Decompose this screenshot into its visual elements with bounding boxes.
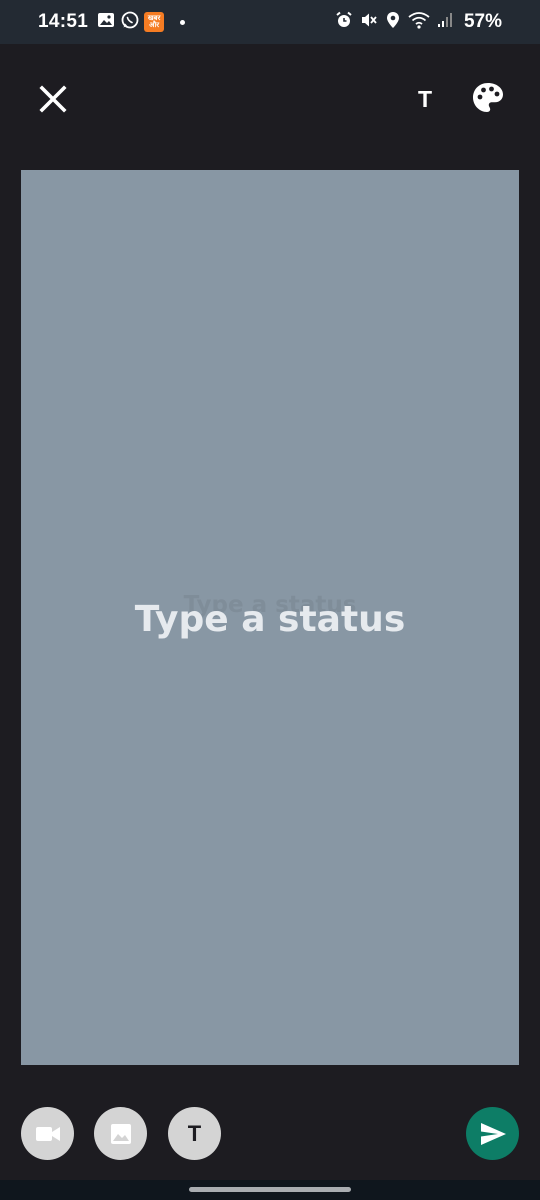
status-text-input[interactable] <box>21 591 519 647</box>
palette-icon <box>473 83 503 112</box>
editor-toolbar: T <box>0 44 540 154</box>
send-button[interactable] <box>466 1107 519 1160</box>
send-icon <box>480 1122 506 1145</box>
gallery-icon <box>110 1123 131 1144</box>
navigation-bar <box>0 1180 540 1200</box>
bottom-controls: T <box>0 1065 540 1180</box>
location-icon <box>385 11 401 34</box>
news-app-notification-icon: खबर और <box>144 12 165 32</box>
mute-icon <box>360 11 378 34</box>
battery-percent: 57% <box>463 11 502 32</box>
status-bar: 14:51 खबर और 57% <box>0 0 540 44</box>
background-color-button[interactable] <box>470 80 506 116</box>
text-status-button[interactable]: T <box>168 1107 221 1160</box>
system-icons: 57% <box>335 11 502 34</box>
status-time: 14:51 <box>38 11 89 32</box>
gallery-button[interactable] <box>94 1107 147 1160</box>
video-button[interactable] <box>21 1107 74 1160</box>
signal-icon <box>437 12 453 33</box>
alarm-icon <box>335 11 353 34</box>
image-notification-icon <box>96 10 116 35</box>
more-notifications-dot-icon <box>180 19 186 25</box>
video-icon <box>35 1126 60 1141</box>
close-button[interactable] <box>36 82 70 116</box>
status-canvas[interactable]: Type a status <box>21 170 519 1065</box>
home-gesture-handle[interactable] <box>189 1187 351 1192</box>
notification-icons: खबर और <box>96 10 186 35</box>
font-style-button[interactable]: T <box>410 82 440 116</box>
wifi-icon <box>408 11 430 34</box>
whatsapp-notification-icon <box>120 10 140 35</box>
close-icon <box>39 85 67 113</box>
